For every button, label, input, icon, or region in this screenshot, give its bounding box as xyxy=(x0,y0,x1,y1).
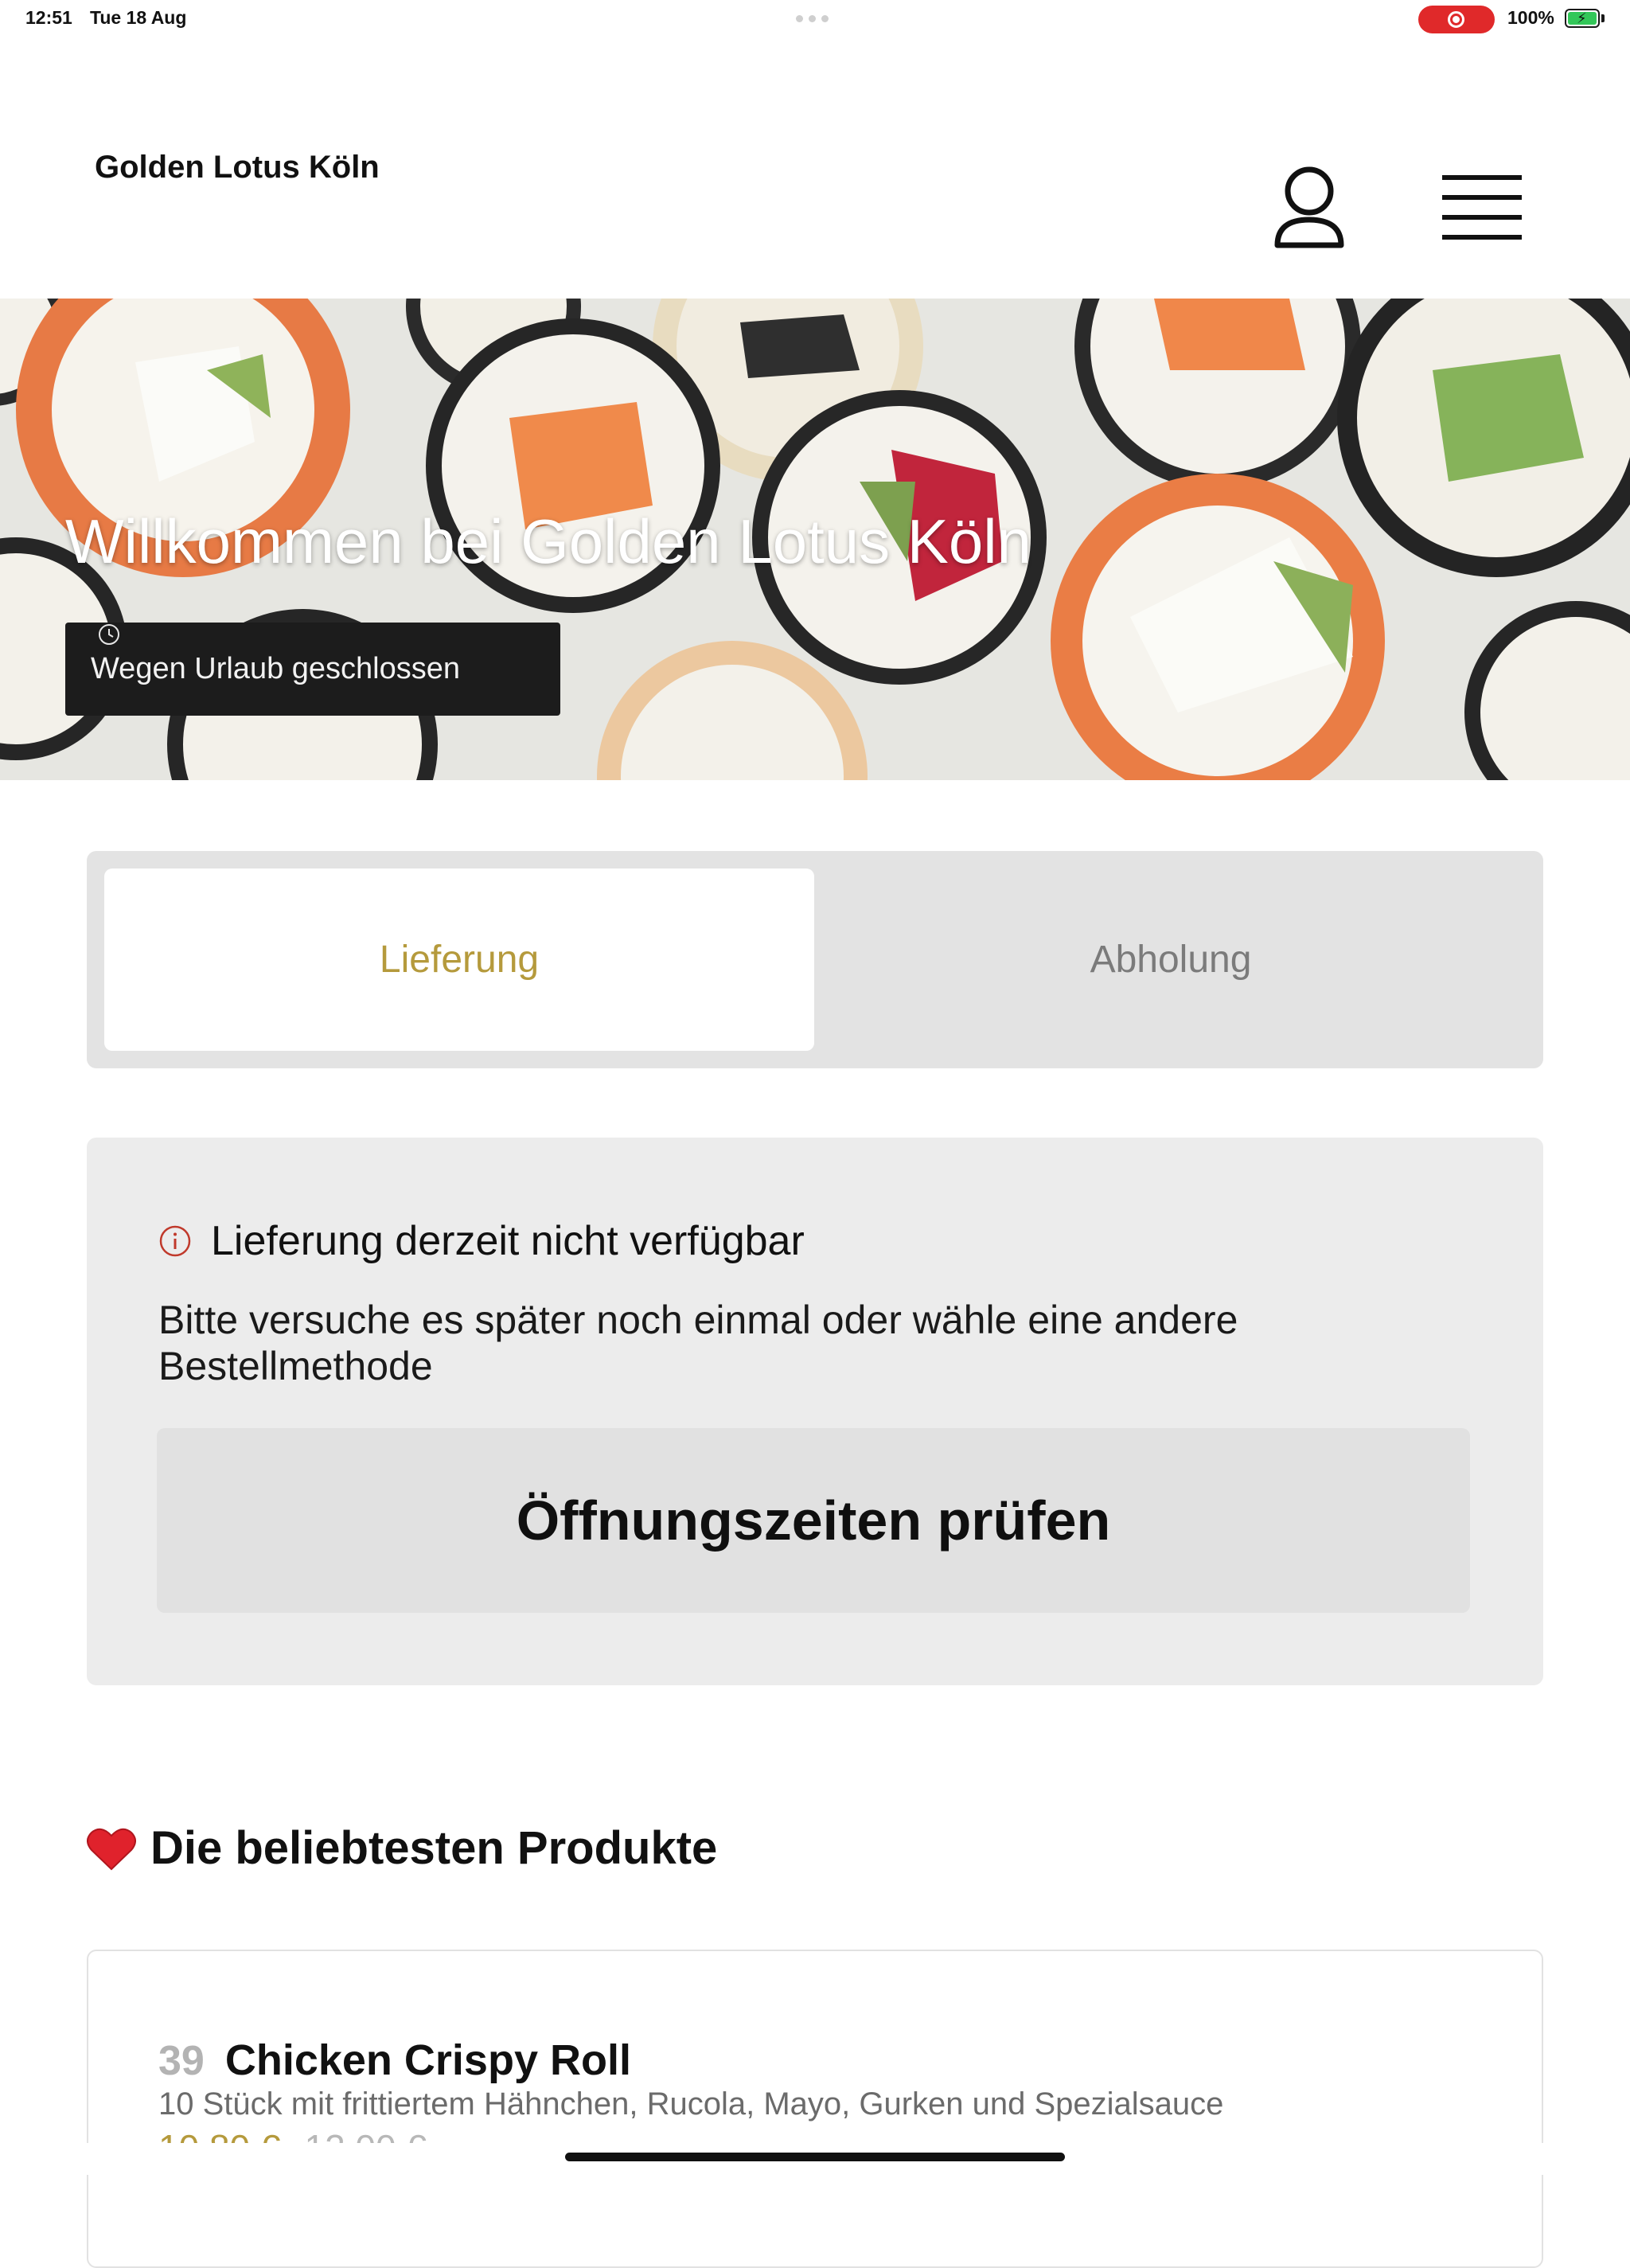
hero-banner: Willkommen bei Golden Lotus Köln Wegen U… xyxy=(0,299,1630,780)
product-number: 39 xyxy=(158,2038,205,2084)
notice-text: Bitte versuche es später noch einmal ode… xyxy=(158,1298,1238,1388)
closed-status-label: Wegen Urlaub geschlossen xyxy=(91,652,461,685)
brand-name[interactable]: Golden Lotus Köln xyxy=(95,150,380,185)
product-card[interactable]: 39 Chicken Crispy Roll 10 Stück mit frit… xyxy=(87,1950,1543,2268)
tab-delivery[interactable]: Lieferung xyxy=(104,869,814,1051)
status-date: Tue 18 Aug xyxy=(90,7,187,28)
battery-percentage: 100% xyxy=(1507,7,1554,28)
hamburger-menu-icon[interactable] xyxy=(1442,174,1522,240)
notice-header: Lieferung derzeit nicht verfügbar xyxy=(158,1217,805,1265)
site-header: Golden Lotus Köln xyxy=(0,38,1630,299)
battery-charging-icon: ⚡ xyxy=(1565,9,1600,28)
user-icon[interactable] xyxy=(1273,166,1345,253)
battery-tip xyxy=(1601,14,1605,22)
tab-pickup[interactable]: Abholung xyxy=(816,869,1526,1051)
status-bar: 12:51 Tue 18 Aug 100% ⚡ xyxy=(0,0,1630,38)
home-indicator[interactable] xyxy=(565,2153,1065,2161)
popular-products-title: Die beliebtesten Produkte xyxy=(150,1822,718,1874)
product-title-line: 39 Chicken Crispy Roll xyxy=(158,2036,631,2085)
product-name: Chicken Crispy Roll xyxy=(224,2036,631,2084)
screen-recording-icon[interactable] xyxy=(1418,6,1495,33)
notice-title: Lieferung derzeit nicht verfügbar xyxy=(211,1218,805,1264)
product-description: 10 Stück mit frittiertem Hähnchen, Rucol… xyxy=(158,2086,1224,2122)
status-time: 12:51 xyxy=(25,7,72,28)
closed-status-badge: Wegen Urlaub geschlossen xyxy=(65,623,560,716)
heart-icon xyxy=(87,1828,136,1870)
popular-products-heading: Die beliebtesten Produkte xyxy=(87,1821,717,1875)
hero-title: Willkommen bei Golden Lotus Köln xyxy=(65,506,1031,576)
info-icon xyxy=(159,1225,191,1257)
multitasking-dots-icon[interactable] xyxy=(796,15,829,22)
delivery-unavailable-notice: Lieferung derzeit nicht verfügbar Bitte … xyxy=(87,1138,1543,1685)
order-type-switch: Lieferung Abholung xyxy=(87,851,1543,1068)
clock-icon xyxy=(99,624,119,645)
check-opening-hours-button[interactable]: Öffnungszeiten prüfen xyxy=(157,1428,1470,1613)
